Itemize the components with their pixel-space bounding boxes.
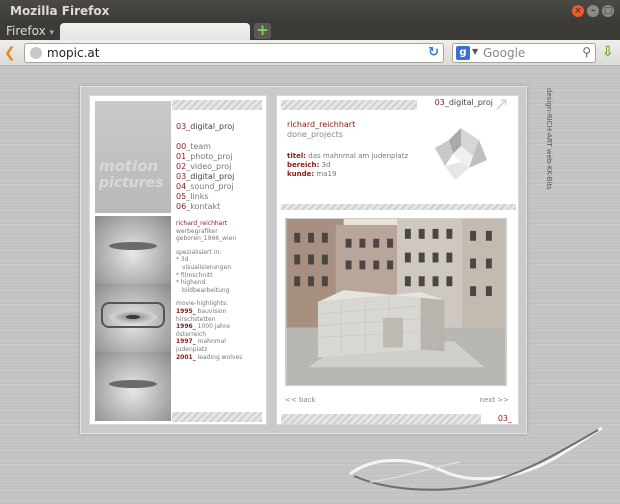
menu-item-photo-proj[interactable]: 01_photo_proj — [176, 152, 234, 162]
signature-swoosh — [349, 426, 603, 491]
logo-word-motion: motion — [99, 157, 159, 175]
google-icon[interactable]: g — [456, 46, 470, 60]
firefox-menu-label: Firefox — [6, 24, 46, 38]
menu-item-links[interactable]: 05_links — [176, 192, 234, 202]
portrait-eyes-image — [95, 216, 171, 421]
tab-bar: Firefox ▾ + — [0, 22, 620, 40]
stripe-divider — [281, 100, 417, 110]
search-bar[interactable]: g ▼ Google ⚲ — [452, 43, 596, 63]
project-info: titel: das mahnmal am judenplatz bereich… — [287, 152, 409, 178]
search-icon[interactable]: ⚲ — [582, 45, 591, 59]
section-tab: 03_digital_proj — [434, 98, 493, 107]
reload-icon[interactable]: ↻ — [428, 45, 439, 60]
back-arrow-icon[interactable]: ❮ — [4, 45, 16, 61]
judenplatz-memorial-render[interactable] — [285, 218, 507, 386]
page-content: motion pictures 03_digital_proj 00_team … — [0, 66, 620, 504]
chevron-down-icon: ▾ — [49, 28, 55, 38]
author-subtitle: done_projects — [287, 130, 343, 139]
close-window-icon[interactable]: × — [572, 5, 584, 17]
credits-vertical-text: design-RICH-ART web-KK-Bits — [545, 88, 553, 190]
globe-icon — [30, 47, 42, 59]
motion-pictures-logo[interactable]: motion pictures — [95, 101, 171, 213]
chevron-down-icon[interactable]: ▼ — [472, 47, 478, 56]
stripe-divider — [281, 204, 516, 210]
download-icon[interactable]: ⇩ — [602, 44, 614, 60]
bio-name: richard_reichhart — [176, 220, 228, 227]
menu-item-team[interactable]: 00_team — [176, 142, 234, 152]
browser-tab-active[interactable] — [60, 23, 250, 40]
site-menu: 00_team 01_photo_proj 02_video_proj 03_d… — [176, 142, 234, 212]
window-titlebar: Mozilla Firefox × – □ — [0, 0, 620, 22]
plus-icon: + — [256, 21, 269, 39]
menu-item-digital-proj[interactable]: 03_digital_proj — [176, 172, 234, 182]
firefox-menu-button[interactable]: Firefox ▾ — [6, 24, 54, 38]
search-input[interactable]: Google — [483, 46, 525, 60]
site-frame: motion pictures 03_digital_proj 00_team … — [80, 86, 527, 434]
menu-item-video-proj[interactable]: 02_video_proj — [176, 162, 234, 172]
bio-text: richard_reichhart werbegrafiker geboren_… — [176, 220, 266, 361]
menu-item-kontakt[interactable]: 06_kontakt — [176, 202, 234, 212]
menu-item-sound-proj[interactable]: 04_sound_proj — [176, 182, 234, 192]
author-name: richard_reichhart — [287, 120, 356, 129]
left-panel: motion pictures 03_digital_proj 00_team … — [89, 95, 267, 425]
logo-word-pictures: pictures — [99, 175, 164, 191]
new-tab-button[interactable]: + — [254, 23, 271, 39]
url-bar[interactable]: mopic.at ↻ — [24, 43, 444, 63]
window-title: Mozilla Firefox — [10, 4, 110, 18]
star-logo-icon — [435, 128, 487, 180]
navigation-toolbar: ❮ mopic.at ↻ g ▼ Google ⚲ ⇩ — [0, 40, 620, 66]
minimize-window-icon[interactable]: – — [587, 5, 599, 17]
section-heading: 03_digital_proj — [176, 122, 235, 131]
next-link[interactable]: next >> — [480, 396, 509, 404]
stripe-divider — [172, 100, 262, 110]
right-panel: 03_digital_proj ↗ richard_reichhart done… — [276, 95, 519, 425]
arrow-up-right-icon[interactable]: ↗ — [494, 96, 512, 114]
stripe-divider — [172, 412, 262, 422]
maximize-window-icon[interactable]: □ — [602, 5, 614, 17]
pager: << back next >> — [285, 396, 509, 404]
url-text: mopic.at — [47, 46, 100, 60]
back-link[interactable]: << back — [285, 396, 316, 404]
